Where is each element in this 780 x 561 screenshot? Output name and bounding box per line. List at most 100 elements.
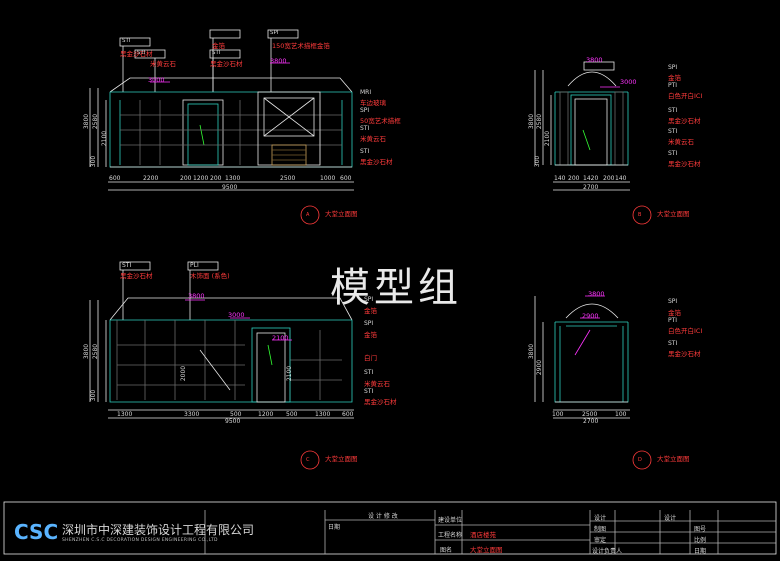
dim-text: 3800 — [83, 343, 91, 360]
view-markers — [300, 205, 652, 470]
dim-text: 1420 — [583, 175, 599, 182]
dim-text: 200 — [603, 175, 615, 182]
elevation-c — [89, 261, 354, 419]
dim-text: 1300 — [225, 175, 241, 182]
dim-text: 1200 — [258, 411, 274, 418]
tag-text: SPI — [360, 107, 370, 114]
project-label: 工程名称 — [438, 532, 463, 539]
dim-text: 100 — [552, 411, 564, 418]
material-label: 金箔 — [364, 331, 377, 339]
material-label: 150宽艺术描框金箔 — [272, 42, 330, 50]
material-label: 米黄云石 — [150, 60, 176, 68]
dim-total: 2700 — [583, 184, 599, 191]
tag-text: STI — [668, 107, 678, 114]
dim-text: 2500 — [280, 175, 296, 182]
tag-text: PLI — [190, 262, 199, 269]
company-name: 深圳市中深建装饰设计工程有限公司 — [62, 523, 255, 537]
dim-text: 1300 — [315, 411, 331, 418]
material-label: 黑金沙石材 — [360, 158, 393, 166]
tag-text: SPI — [364, 320, 374, 327]
tag-text: SPI — [668, 64, 678, 71]
dim-text: 300 — [90, 389, 98, 402]
view-num: A — [306, 212, 310, 218]
view-num: D — [638, 457, 642, 463]
company-logo: CSC — [14, 520, 59, 544]
dim-text: 2580 — [92, 113, 100, 130]
approver-label: 审定 — [594, 537, 607, 544]
client-label: 建设单位 — [438, 517, 463, 524]
dim-text: 300 — [534, 155, 542, 168]
dim-text: 200 — [210, 175, 222, 182]
level-mark: 2900 — [582, 312, 599, 320]
scale-label: 比例 — [694, 537, 707, 544]
tag-text: STI — [122, 262, 132, 269]
view-title: 大堂立面图 — [657, 210, 690, 218]
material-label: 金箔 — [668, 309, 681, 317]
date-label: 日期 — [694, 548, 707, 555]
tag-text: STI — [360, 148, 370, 155]
designer-label: 设计 — [594, 515, 607, 522]
tag-text: SPI — [668, 298, 678, 305]
level-mark: 3800 — [270, 57, 287, 65]
tag-text: STI — [364, 369, 374, 376]
material-label: 50宽艺术描框 — [360, 117, 401, 125]
dim-total: 9500 — [222, 184, 238, 191]
dim-text: 140 — [554, 175, 566, 182]
dim-text: 2500 — [582, 411, 598, 418]
project-name: 酒店楼苑 — [470, 531, 496, 539]
material-label: 黑金沙石材 — [668, 160, 701, 168]
level-mark: 3000 — [228, 311, 245, 319]
sheet-no-label: 图号 — [694, 526, 707, 533]
tag-text: PTI — [668, 82, 678, 89]
tag-box — [209, 29, 241, 39]
material-label: 黑金沙石材 — [210, 60, 243, 68]
dim-text: 200 — [568, 175, 580, 182]
material-label: 米黄云石 — [364, 380, 390, 388]
dim-text: 500 — [230, 411, 242, 418]
tag-text: PTI — [668, 317, 678, 324]
watermark-text: 模型组 — [330, 265, 462, 311]
dim-total: 9500 — [225, 418, 241, 425]
material-label: 车边玻璃 — [360, 99, 386, 107]
dim-text: 200 — [180, 175, 192, 182]
level-mark: 3800 — [586, 56, 603, 64]
material-label: 白色开白ICI — [668, 327, 703, 335]
material-label: 米黄云石 — [668, 138, 694, 146]
tag-text: STI — [122, 38, 131, 44]
material-label: 黑金沙石材 — [668, 350, 701, 358]
dim-text: 3300 — [184, 411, 200, 418]
tag-text: SPI — [270, 30, 279, 36]
view-title: 大堂立面图 — [657, 455, 690, 463]
dim-text: 2580 — [92, 343, 100, 360]
dim-text: 2100 — [101, 130, 109, 147]
material-label: 金箔 — [212, 42, 225, 50]
tag-text: STI — [212, 50, 221, 56]
dim-text: 1300 — [117, 411, 133, 418]
dim-text: 2200 — [143, 175, 159, 182]
dim-text: 600 — [342, 411, 354, 418]
dim-text: 600 — [109, 175, 121, 182]
material-label: 米黄云石 — [360, 135, 386, 143]
material-label: 黑金沙石材 — [364, 398, 397, 406]
level-mark: 3000 — [620, 78, 637, 86]
lead-label: 设计负责人 — [592, 548, 623, 555]
drawing-label: 图名 — [440, 547, 453, 554]
level-mark: 3800 — [188, 292, 205, 300]
drawing-name: 大堂立面图 — [470, 546, 503, 554]
view-num: B — [638, 212, 642, 218]
dim-text: 300 — [90, 155, 98, 168]
tag-text: STI — [668, 340, 678, 347]
view-title: 大堂立面图 — [325, 455, 358, 463]
company-name-en: SHENZHEN C.S.C DECORATION DESIGN ENGINEE… — [62, 538, 218, 543]
drafter-label: 制图 — [594, 526, 607, 533]
material-label: 白色开白ICI — [668, 92, 703, 100]
tag-text: STI — [668, 128, 678, 135]
view-num: C — [306, 457, 310, 463]
dim-text: 3800 — [528, 113, 536, 130]
dim-text: 3800 — [83, 113, 91, 130]
level-mark: 3000 — [148, 76, 165, 84]
dim-text: 1200 — [193, 175, 209, 182]
view-title: 大堂立面图 — [325, 210, 358, 218]
tag-text: MRI — [360, 89, 372, 96]
dim-text: 100 — [615, 411, 627, 418]
